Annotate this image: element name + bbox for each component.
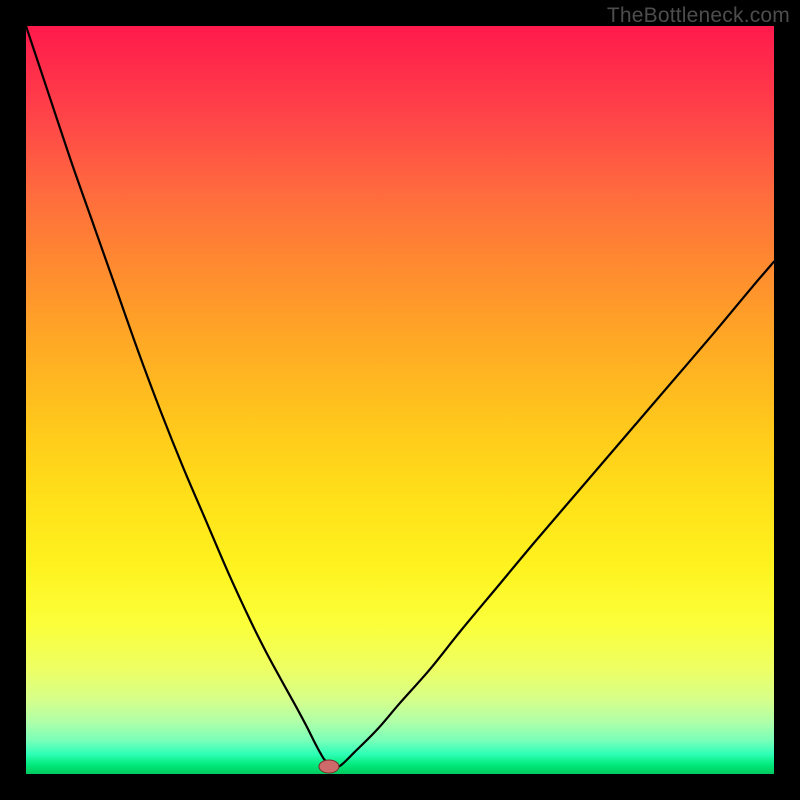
watermark-text: TheBottleneck.com [607,4,790,28]
plot-area [26,26,774,774]
chart-frame: TheBottleneck.com [0,0,800,800]
optimal-marker [26,26,774,774]
